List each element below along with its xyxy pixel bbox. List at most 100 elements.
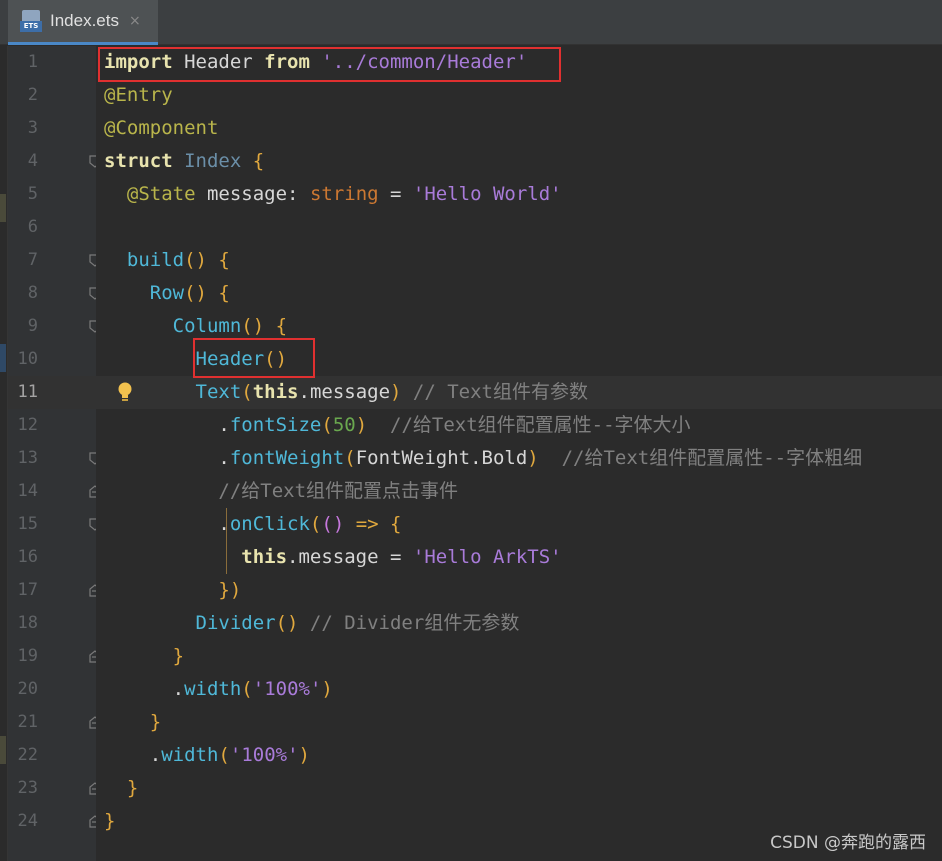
brace: { [206,282,230,304]
brace: { [241,150,265,172]
line-number: 8 [27,283,38,303]
method-fontweight: fontWeight [229,447,345,469]
line-number: 17 [17,580,38,600]
paren-open: ( [309,513,322,535]
arrow-brace: => { [344,513,402,535]
code-line: }) [96,574,942,607]
string-literal: '100%' [229,744,299,766]
parens: () [321,513,345,535]
brace: } [126,777,139,799]
code-line: Row() { [96,277,942,310]
keyword-this: this [241,546,288,568]
method-fontsize: fontSize [229,414,322,436]
dot: . [218,414,230,436]
line-number: 15 [17,514,38,534]
code-line: .fontSize(50) //给Text组件配置属性--字体大小 [96,409,942,442]
dot: . [149,744,162,766]
line-number: 1 [27,52,38,72]
code-line: struct Index { [96,145,942,178]
code-line-current: Text(this.message) // Text组件有参数 [96,376,942,409]
decorator-entry: @Entry [104,84,173,106]
decorator-state: @State [126,183,196,205]
parens: () [184,249,207,271]
parens: () [241,315,265,337]
tab-index-ets[interactable]: ETS Index.ets × [8,0,158,45]
enum-value: FontWeight.Bold [355,447,528,469]
code-line: Divider() // Divider组件无参数 [96,607,942,640]
identifier: .message [287,546,379,568]
component-column: Column [172,315,242,337]
paren-close: ) [390,381,402,403]
code-line: .width('100%') [96,673,942,706]
header-call-highlight [193,338,315,378]
component-text: Text [195,381,242,403]
code-line: @Component [96,112,942,145]
csdn-watermark: CSDN @奔跑的露西 [770,833,926,853]
code-editor[interactable]: import Header from '../common/Header' @E… [96,46,942,861]
punctuation: = [378,183,413,205]
code-line: } [96,772,942,805]
comment: //给Text组件配置属性--字体粗细 [538,447,863,469]
line-number-current: 11 [17,382,38,402]
function-build: build [126,249,185,271]
line-number: 5 [27,184,38,204]
line-number: 22 [17,745,38,765]
comment: // Divider组件无参数 [298,612,520,634]
tab-title: Index.ets [50,11,119,30]
identifier: message [195,183,288,205]
paren-open: ( [241,381,253,403]
close-icon[interactable]: × [129,13,141,29]
brace: } [149,711,162,733]
string-literal: 'Hello ArkTS' [412,546,562,568]
paren-close: ) [527,447,539,469]
line-number: 12 [17,415,38,435]
method-width: width [184,678,242,700]
code-line: build() { [96,244,942,277]
dot: . [218,513,230,535]
parens: () [275,612,299,634]
paren-open: ( [344,447,356,469]
strip-marker [0,344,6,372]
decorator-component: @Component [104,117,219,139]
keyword-this: this [252,381,299,403]
identifier: .message [298,381,391,403]
brace: } [104,810,116,832]
brace: { [206,249,230,271]
line-number: 21 [17,712,38,732]
line-number: 9 [27,316,38,336]
line-number: 20 [17,679,38,699]
line-number: 16 [17,547,38,567]
number-literal: 50 [332,414,356,436]
method-onclick: onClick [229,513,310,535]
line-number: 14 [17,481,38,501]
line-number: 23 [17,778,38,798]
line-number: 13 [17,448,38,468]
string-literal: 'Hello World' [412,183,562,205]
component-divider: Divider [195,612,276,634]
paren-close: ) [229,579,242,601]
dot: . [172,678,185,700]
string-literal: '100%' [252,678,322,700]
type-string: string [309,183,379,205]
parens: () [184,282,207,304]
strip-marker [0,736,6,764]
code-line: this.message = 'Hello ArkTS' [96,541,942,574]
line-number-gutter[interactable]: 1 2 3 4 5 6 7 8 9 10 11 12 13 14 15 16 1… [8,46,101,861]
keyword-struct: struct [104,150,173,172]
import-statement-highlight [98,47,561,82]
indent-guide [226,508,227,574]
comment: // Text组件有参数 [401,381,588,403]
comment: //给Text组件配置属性--字体大小 [367,414,691,436]
punctuation: = [378,546,413,568]
code-line: //给Text组件配置点击事件 [96,475,942,508]
paren-open: ( [218,744,230,766]
line-number: 18 [17,613,38,633]
dot: . [218,447,230,469]
comment: //给Text组件配置点击事件 [218,480,459,502]
code-line: @Entry [96,79,942,112]
method-width: width [161,744,219,766]
code-line: @State message: string = 'Hello World' [96,178,942,211]
code-line: .fontWeight(FontWeight.Bold) //给Text组件配置… [96,442,942,475]
ets-file-icon: ETS [20,10,42,32]
line-number: 24 [17,811,38,831]
